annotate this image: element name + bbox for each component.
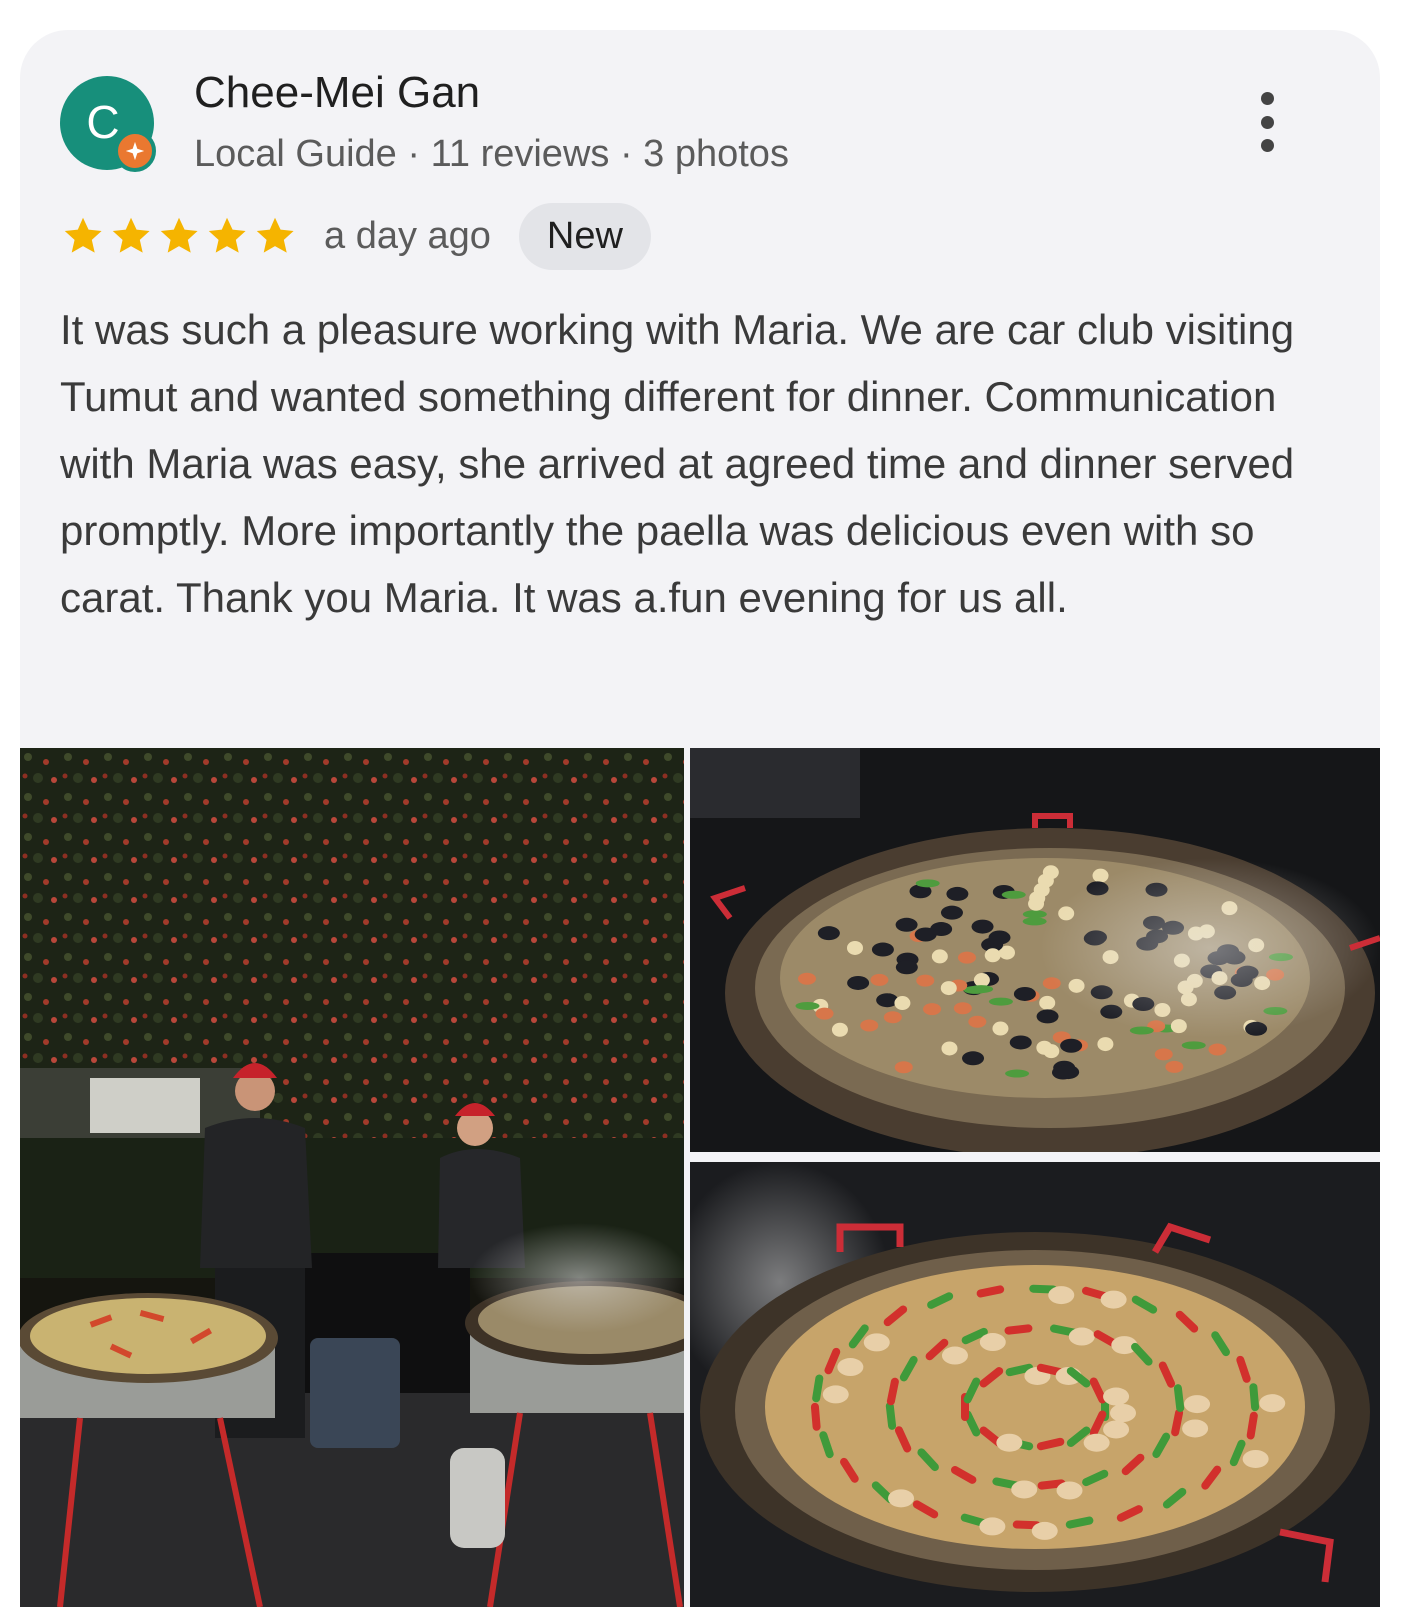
new-badge: New [518,202,651,270]
photo-chefs-with-paella-pans[interactable] [20,748,684,1607]
review-text: It was such a pleasure working with Mari… [60,306,1295,621]
star-icon [112,217,150,253]
review-card: C Chee-Mei Gan Local Guide · 11 reviews … [20,30,1380,1607]
star-icon [256,217,294,253]
star-rating [60,213,298,259]
avatar-letter: C [86,96,120,148]
author-avatar[interactable]: C [60,76,156,172]
photo-seafood-paella[interactable] [690,748,1380,1152]
star-icon [64,217,102,253]
more-vert-icon[interactable] [1242,92,1292,152]
star-icon [160,217,198,253]
author-name[interactable]: Chee-Mei Gan [194,68,480,118]
star-icon [208,217,246,253]
review-time: a day ago [324,214,491,257]
photo-chicken-paella[interactable] [690,1162,1380,1607]
rating-row: a day ago New [60,202,651,270]
author-meta: Local Guide · 11 reviews · 3 photos [194,133,789,175]
local-guide-star-icon [114,130,156,172]
